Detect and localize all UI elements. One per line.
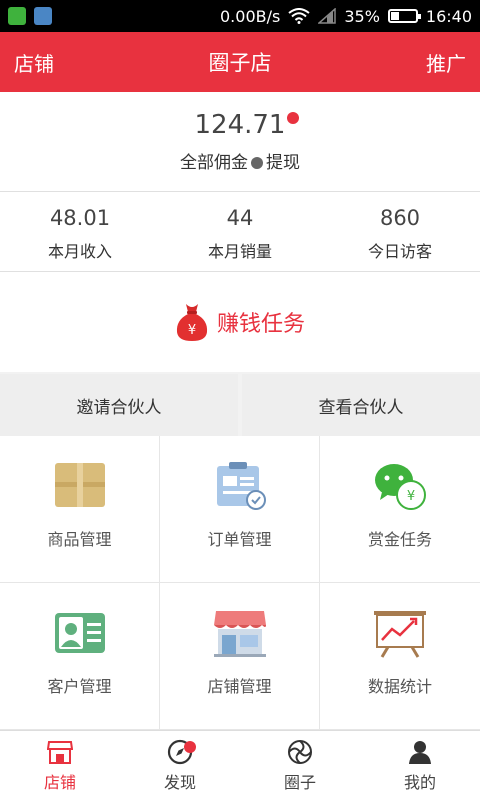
header-shop-button[interactable]: 店铺 (14, 48, 54, 77)
battery-percent: 35% (344, 6, 380, 26)
grid-label: 店铺管理 (207, 677, 272, 696)
nav-label: 发现 (163, 772, 196, 792)
stat-value: 44 (226, 206, 254, 230)
id-card-icon (54, 613, 105, 653)
stat-monthly-income[interactable]: 48.01 本月收入 (0, 192, 160, 271)
commission-label-prefix: 全部佣金 (180, 153, 248, 173)
bottom-nav: 店铺 发现 圈子 我的 (0, 730, 480, 800)
separator-dot-icon (251, 157, 263, 169)
stat-value: 48.01 (49, 206, 111, 230)
status-bar: 0.00B/s 35% 16:40 (0, 0, 480, 32)
stat-monthly-sales[interactable]: 44 本月销量 (160, 192, 320, 271)
nav-label: 圈子 (283, 772, 316, 792)
store-management-button[interactable]: 店铺管理 (160, 583, 320, 730)
grid-label: 赏金任务 (367, 530, 432, 549)
invite-partner-button[interactable]: 邀请合伙人 (0, 374, 238, 436)
commission-amount: 124.71 (194, 110, 286, 140)
svg-text:¥: ¥ (188, 323, 196, 338)
nav-item-shop[interactable]: 店铺 (0, 731, 120, 800)
box-icon (54, 463, 105, 507)
money-bag-icon: ¥ (176, 304, 208, 341)
nav-item-circle[interactable]: 圈子 (240, 731, 360, 800)
shop-icon (47, 740, 73, 764)
grid-label: 数据统计 (367, 677, 432, 696)
header-promote-button[interactable]: 推广 (426, 48, 466, 77)
nav-label: 店铺 (43, 772, 76, 792)
money-task-label: 赚钱任务 (216, 312, 305, 337)
wechat-icon: ¥ (375, 464, 426, 510)
stat-label: 今日访客 (367, 242, 432, 261)
money-task-button[interactable]: ¥ 赚钱任务 (0, 272, 480, 372)
stat-value: 860 (379, 206, 421, 230)
commission-label: 全部佣金 提现 (0, 148, 480, 173)
order-management-button[interactable]: 订单管理 (160, 436, 320, 583)
stat-label: 本月收入 (47, 242, 112, 261)
svg-text:¥: ¥ (407, 489, 415, 504)
battery-icon (387, 9, 421, 23)
grid-label: 商品管理 (47, 530, 112, 549)
stats-row: 48.01 本月收入 44 本月销量 860 今日访客 (0, 192, 480, 272)
network-speed: 0.00B/s (220, 6, 281, 26)
nav-item-mine[interactable]: 我的 (360, 731, 480, 800)
page-title: 圈子店 (208, 51, 272, 75)
grid-label: 客户管理 (47, 677, 112, 696)
wechat-notification-icon (8, 7, 26, 25)
signal-icon (318, 8, 337, 24)
data-statistics-button[interactable]: 数据统计 (320, 583, 480, 730)
nav-label: 我的 (403, 772, 436, 792)
product-management-button[interactable]: 商品管理 (0, 436, 160, 583)
chart-board-icon (374, 611, 426, 658)
weather-notification-icon (34, 7, 52, 25)
app-header: 店铺 圈子店 推广 (0, 32, 480, 92)
circle-icon (288, 739, 312, 764)
discover-badge (184, 741, 196, 753)
bounty-task-button[interactable]: ¥ 赏金任务 (320, 436, 480, 583)
commission-panel[interactable]: 124.71 全部佣金 提现 (0, 92, 480, 192)
grid-label: 订单管理 (207, 530, 272, 549)
wifi-icon (288, 8, 310, 24)
notification-dot (287, 112, 300, 124)
function-grid: 商品管理 订单管理 ¥ 赏金任务 客户管理 店铺管理 数据统计 (0, 436, 480, 730)
stat-today-visitors[interactable]: 860 今日访客 (320, 192, 480, 271)
person-icon (409, 740, 431, 764)
clipboard-icon (216, 462, 266, 510)
clock: 16:40 (425, 6, 472, 26)
storefront-icon (213, 611, 266, 657)
customer-management-button[interactable]: 客户管理 (0, 583, 160, 730)
stat-label: 本月销量 (207, 242, 272, 261)
withdraw-link[interactable]: 提现 (266, 153, 300, 173)
partner-buttons: 邀请合伙人 查看合伙人 (0, 374, 480, 436)
nav-item-discover[interactable]: 发现 (120, 731, 240, 800)
view-partner-button[interactable]: 查看合伙人 (242, 374, 480, 436)
